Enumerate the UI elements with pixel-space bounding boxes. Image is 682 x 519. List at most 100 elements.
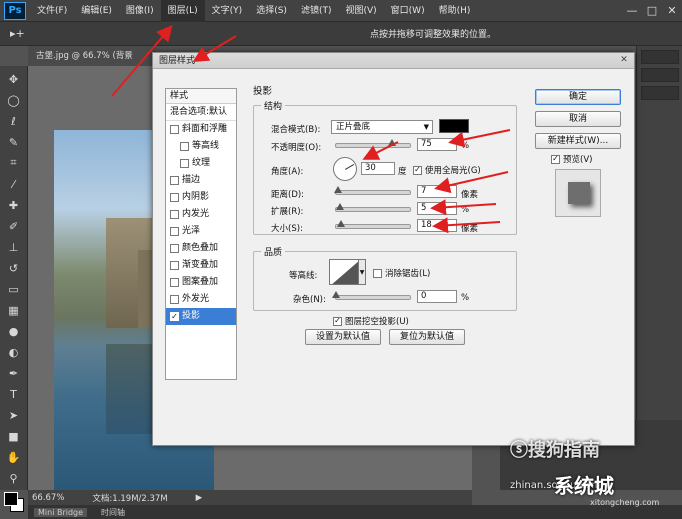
reset-default-button[interactable]: 复位为默认值 [389,329,465,345]
menu-item[interactable]: 编辑(E) [74,0,119,22]
style-list-item[interactable]: 颜色叠加 [166,240,236,257]
style-list-item[interactable]: ✓ 投影 [166,308,236,325]
brush-icon[interactable]: ✐ [3,217,25,235]
size-slider[interactable] [335,220,411,229]
size-slider-thumb[interactable] [337,220,346,227]
eraser-icon[interactable]: ▭ [3,280,25,298]
tab-mini-bridge[interactable]: Mini Bridge [34,507,88,517]
maximize-icon[interactable]: □ [642,2,662,20]
menu-item[interactable]: 视图(V) [338,0,383,22]
size-input[interactable]: 18 [417,219,457,232]
style-checkbox[interactable] [170,227,179,236]
menu-item[interactable]: 滤镜(T) [294,0,339,22]
foreground-color-swatch[interactable] [4,492,18,506]
gradient-icon[interactable]: ▦ [3,301,25,319]
opacity-slider-thumb[interactable] [387,139,396,146]
blend-mode-select[interactable]: 正片叠底 ▼ [331,120,433,134]
contour-preview[interactable] [329,259,359,285]
shadow-color-swatch[interactable] [439,119,469,133]
spread-input[interactable]: 5 [417,202,457,215]
angle-input[interactable]: 30 [361,162,395,175]
panel-field[interactable] [641,68,679,82]
distance-slider-thumb[interactable] [334,186,343,193]
minimize-icon[interactable]: — [622,2,642,20]
style-list-item[interactable]: 光泽 [166,223,236,240]
style-checkbox[interactable] [170,295,179,304]
new-style-button[interactable]: 新建样式(W)... [535,133,621,149]
blur-icon[interactable]: ● [3,322,25,340]
document-tab[interactable]: 古堡.jpg @ 66.7% (背景 [28,46,156,66]
dialog-close-icon[interactable]: ✕ [618,55,630,66]
dodge-icon[interactable]: ◐ [3,343,25,361]
menu-item[interactable]: 文字(Y) [205,0,250,22]
panel-field[interactable] [641,86,679,100]
style-list-item[interactable]: 外发光 [166,291,236,308]
close-window-icon[interactable]: ✕ [662,2,682,20]
pen-icon[interactable]: ✒ [3,364,25,382]
quick-select-icon[interactable]: ✎ [3,133,25,151]
style-list-item[interactable]: 混合选项:默认 [166,104,236,121]
style-checkbox[interactable] [180,142,189,151]
style-list-item[interactable]: 描边 [166,172,236,189]
style-list-item[interactable]: 等高线 [166,138,236,155]
move-tool-icon[interactable]: ▸+ [0,27,60,40]
style-list-item[interactable]: 图案叠加 [166,274,236,291]
ok-button[interactable]: 确定 [535,89,621,105]
status-arrow-icon[interactable]: ▶ [196,493,203,503]
noise-input[interactable]: 0 [417,290,457,303]
menu-item[interactable]: 文件(F) [30,0,74,22]
style-checkbox[interactable] [170,176,179,185]
global-light-checkbox[interactable]: ✓ 使用全局光(G) [413,164,481,176]
history-brush-icon[interactable]: ↺ [3,259,25,277]
style-list-header[interactable]: 样式 [166,89,236,104]
eyedropper-icon[interactable]: ⁄ [3,175,25,193]
spread-slider-thumb[interactable] [335,203,344,210]
distance-input[interactable]: 7 [417,185,457,198]
menu-item[interactable]: 图层(L) [160,0,205,22]
menu-item[interactable]: 图像(I) [119,0,161,22]
hand-icon[interactable]: ✋ [3,448,25,466]
antialias-check-icon[interactable] [373,268,382,278]
lasso-icon[interactable]: ℓ [3,112,25,130]
tab-timeline[interactable]: 时间轴 [101,507,125,518]
style-list-item[interactable]: 内阴影 [166,189,236,206]
crop-icon[interactable]: ⌗ [3,154,25,172]
contour-dropdown-icon[interactable]: ▼ [358,259,366,285]
stamp-icon[interactable]: ⊥ [3,238,25,256]
move-icon[interactable]: ✥ [3,70,25,88]
style-checkbox[interactable] [170,278,179,287]
style-checkbox[interactable] [170,125,179,134]
style-list-item[interactable]: 渐变叠加 [166,257,236,274]
style-checkbox[interactable] [170,193,179,202]
marquee-icon[interactable]: ◯ [3,91,25,109]
style-list-item[interactable]: 纹理 [166,155,236,172]
type-icon[interactable]: T [3,385,25,403]
path-select-icon[interactable]: ➤ [3,406,25,424]
style-checkbox[interactable] [180,159,189,168]
panel-field[interactable] [641,50,679,64]
dialog-title-bar[interactable]: 图层样式 ✕ [153,53,634,69]
angle-dial[interactable] [333,157,357,181]
distance-slider[interactable] [334,186,411,195]
healing-icon[interactable]: ✚ [3,196,25,214]
shape-icon[interactable]: ■ [3,427,25,445]
style-checkbox[interactable] [170,210,179,219]
opacity-input[interactable]: 75 [417,138,457,151]
make-default-button[interactable]: 设置为默认值 [305,329,381,345]
style-list-item[interactable]: 内发光 [166,206,236,223]
zoom-icon[interactable]: ⚲ [3,469,25,487]
knockout-checkbox[interactable]: ✓ 图层挖空投影(U) [333,315,409,327]
zoom-level[interactable]: 66.67% [32,493,64,503]
cancel-button[interactable]: 取消 [535,111,621,127]
knockout-check-icon[interactable]: ✓ [333,316,342,326]
spread-slider[interactable] [335,203,411,212]
style-checkbox[interactable]: ✓ [170,312,179,321]
menu-item[interactable]: 帮助(H) [432,0,478,22]
antialias-checkbox[interactable]: 消除锯齿(L) [373,267,430,279]
preview-checkbox[interactable]: ✓ 预览(V) [551,153,592,165]
menu-item[interactable]: 选择(S) [249,0,294,22]
noise-slider[interactable] [332,291,411,300]
style-checkbox[interactable] [170,261,179,270]
menu-item[interactable]: 窗口(W) [384,0,432,22]
style-checkbox[interactable] [170,244,179,253]
